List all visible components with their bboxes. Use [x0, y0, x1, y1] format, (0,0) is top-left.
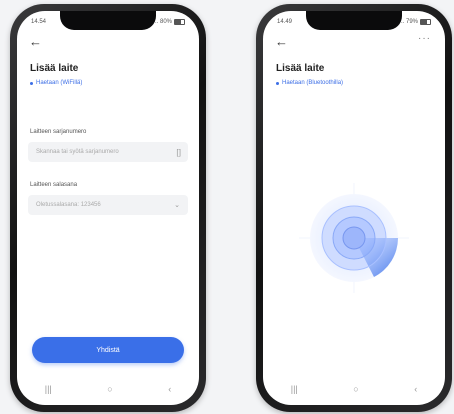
- recent-apps-icon[interactable]: |||: [291, 384, 298, 394]
- radar-center: [342, 226, 366, 250]
- page-title: Lisää laite: [30, 63, 79, 74]
- password-label: Laitteen salasana: [30, 182, 78, 188]
- phone-screen-right: 14.49 .. 79% ← ··· Lisää laite Haetaan (…: [263, 11, 445, 405]
- search-mode[interactable]: Haetaan (WiFillä): [30, 80, 82, 86]
- serial-field[interactable]: Skannaa tai syötä sarjanumero [ ]: [28, 142, 188, 162]
- bluetooth-radar-animation: [299, 183, 409, 293]
- scan-icon[interactable]: [ ]: [176, 148, 181, 157]
- phone-screen-left: 14.54 .. 80% ← Lisää laite Haetaan (WiFi…: [17, 11, 199, 405]
- password-placeholder: Oletussalasana: 123456: [36, 202, 101, 208]
- system-nav-bar: ||| ○ ‹: [263, 382, 445, 396]
- page-title: Lisää laite: [276, 63, 325, 74]
- notch: [306, 11, 402, 30]
- phone-frame-right: 14.49 .. 79% ← ··· Lisää laite Haetaan (…: [256, 4, 452, 412]
- back-icon[interactable]: ‹: [168, 384, 171, 394]
- phone-frame-left: 14.54 .. 80% ← Lisää laite Haetaan (WiFi…: [10, 4, 206, 412]
- home-icon[interactable]: ○: [353, 384, 358, 394]
- serial-placeholder: Skannaa tai syötä sarjanumero: [36, 149, 119, 155]
- recent-apps-icon[interactable]: |||: [45, 384, 52, 394]
- serial-label: Laitteen sarjanumero: [30, 129, 87, 135]
- back-icon[interactable]: ‹: [414, 384, 417, 394]
- search-mode[interactable]: Haetaan (Bluetoothilla): [276, 80, 343, 86]
- status-time: 14.49: [277, 19, 293, 25]
- more-menu-icon[interactable]: ···: [418, 33, 431, 44]
- status-signal: .. 79%: [400, 19, 418, 25]
- system-nav-bar: ||| ○ ‹: [17, 382, 199, 396]
- back-arrow-icon[interactable]: ←: [29, 35, 42, 48]
- connect-button[interactable]: Yhdistä: [32, 337, 184, 363]
- mode-dot-icon: [276, 81, 279, 85]
- battery-icon: [174, 19, 185, 25]
- notch: [60, 11, 156, 30]
- mode-dot-icon: [30, 81, 33, 85]
- status-signal: .. 80%: [153, 19, 172, 25]
- home-icon[interactable]: ○: [107, 384, 112, 394]
- search-mode-label: Haetaan (Bluetoothilla): [282, 80, 344, 86]
- password-field[interactable]: Oletussalasana: 123456 ⌄: [28, 195, 188, 215]
- back-arrow-icon[interactable]: ←: [275, 35, 288, 48]
- battery-icon: [420, 19, 431, 25]
- eye-toggle-icon[interactable]: ⌄: [174, 201, 180, 209]
- search-mode-label: Haetaan (WiFillä): [36, 80, 83, 86]
- status-time: 14.54: [31, 19, 47, 25]
